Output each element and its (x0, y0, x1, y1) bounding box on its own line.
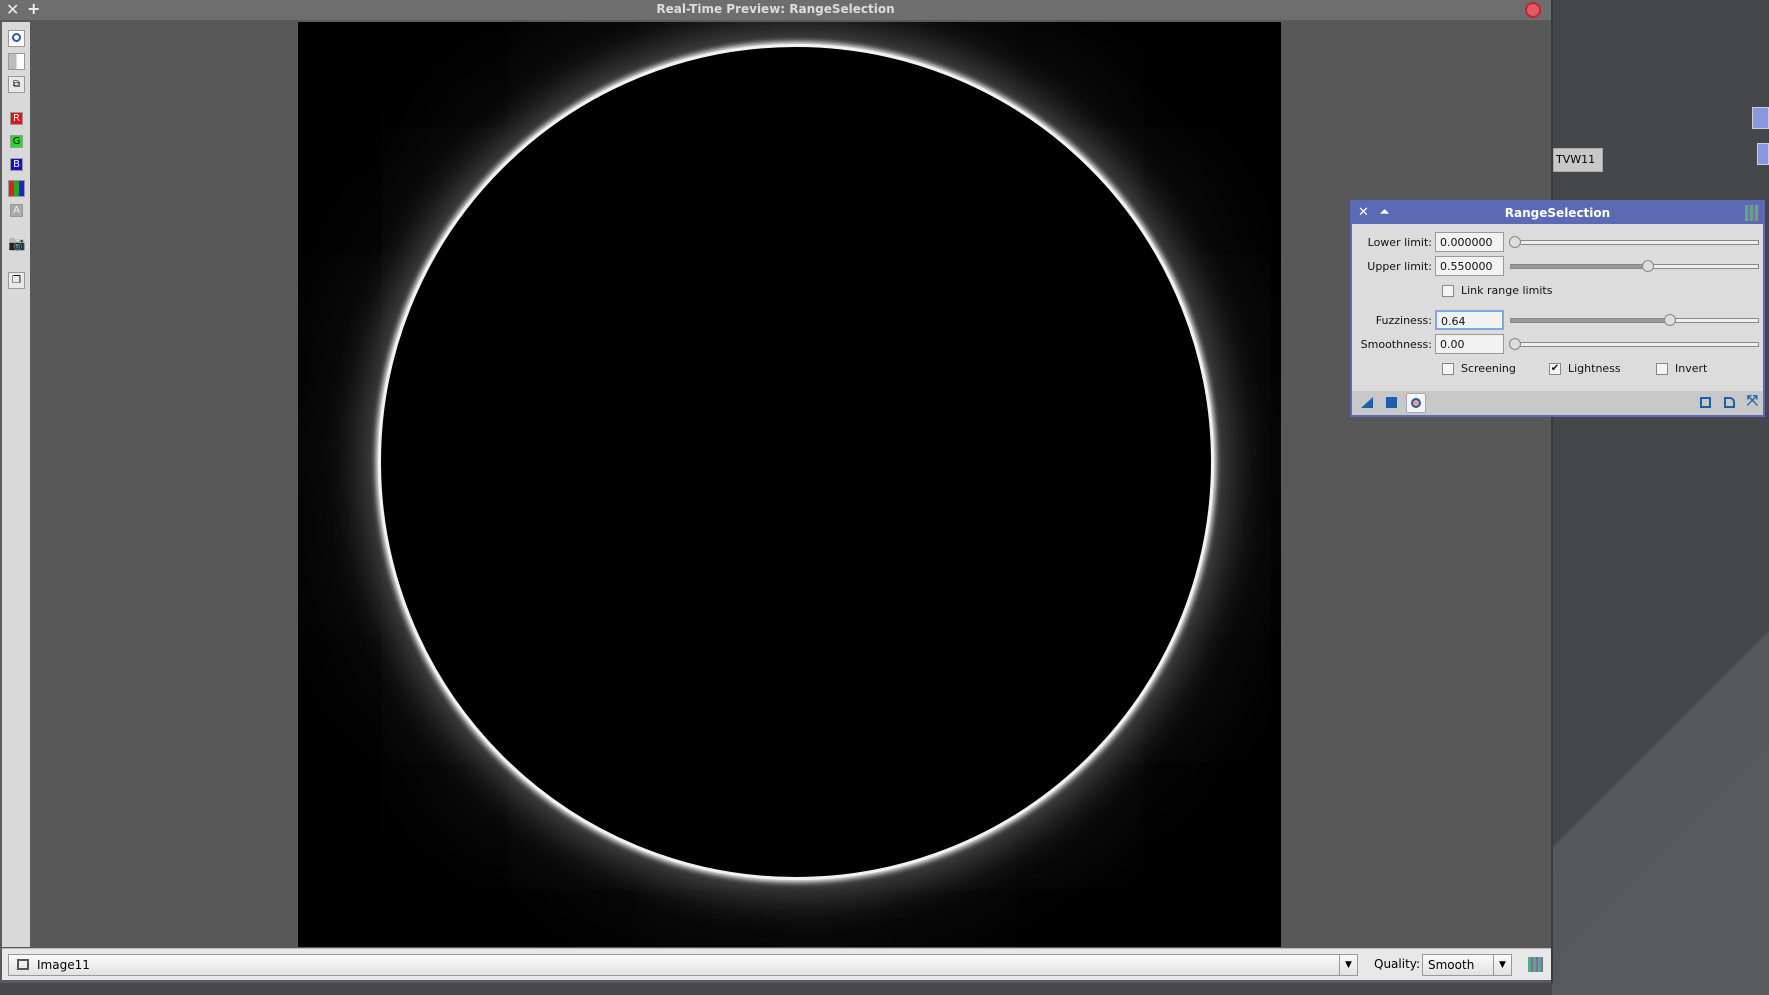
link-range-label: Link range limits (1461, 284, 1553, 297)
preview-window: ✕ + Real-Time Preview: RangeSelection ⧉ … (0, 0, 1553, 983)
checker-icon[interactable] (8, 53, 25, 70)
desktop-icon-histogram-2[interactable] (1757, 143, 1769, 165)
window-title: Real-Time Preview: RangeSelection (656, 2, 895, 16)
quality-select[interactable]: Smooth ▼ (1422, 954, 1512, 976)
mask-circle-icon[interactable] (8, 30, 25, 47)
solar-disc-image (378, 44, 1214, 880)
invert-label: Invert (1675, 362, 1708, 375)
channel-alpha-icon[interactable]: A (10, 204, 23, 217)
upper-limit-label: Upper limit: (1367, 260, 1432, 273)
upper-limit-slider[interactable] (1510, 260, 1759, 272)
fuzziness-label: Fuzziness: (1375, 314, 1432, 327)
smoothness-input[interactable]: 0.00 (1435, 334, 1504, 354)
smoothness-label: Smoothness: (1360, 338, 1432, 351)
preview-toolbar: ⧉ R G B A 📷 ❐ (2, 22, 30, 947)
channel-b-icon[interactable]: B (10, 158, 23, 171)
dialog-footer: ⤧ (1352, 391, 1763, 415)
camera-icon[interactable]: 📷 (8, 237, 25, 254)
title-bar: ✕ + Real-Time Preview: RangeSelection (0, 0, 1551, 20)
desktop-icon-tvw11[interactable]: TVW11 (1553, 148, 1603, 172)
fuzziness-input[interactable]: 0.64 (1435, 310, 1504, 330)
screening-checkbox[interactable] (1442, 363, 1454, 375)
lower-limit-slider[interactable] (1509, 236, 1759, 248)
lightness-label: Lightness (1568, 362, 1621, 375)
desktop-icon-histogram[interactable] (1752, 107, 1769, 129)
window-icon[interactable]: ❐ (8, 272, 25, 289)
channel-g-icon[interactable]: G (10, 135, 23, 148)
dialog-title: RangeSelection (1504, 206, 1611, 220)
view-name: Image11 (37, 958, 90, 972)
smoothness-slider[interactable] (1509, 338, 1759, 350)
upper-limit-input[interactable]: 0.550000 (1435, 256, 1504, 276)
chevron-down-icon[interactable]: ▼ (1493, 955, 1511, 975)
dialog-title-bar: ✕ ⏶ RangeSelection (1352, 202, 1763, 224)
invert-checkbox[interactable] (1656, 363, 1668, 375)
new-instance-icon[interactable] (1361, 397, 1373, 408)
lower-limit-input[interactable]: 0.000000 (1435, 232, 1504, 252)
overlap-icon[interactable]: ⧉ (8, 76, 25, 93)
screening-label: Screening (1461, 362, 1516, 375)
browse-docs-icon[interactable] (1700, 397, 1711, 408)
lightness-checkbox[interactable]: ✔ (1549, 363, 1561, 375)
quality-value: Smooth (1428, 958, 1475, 972)
chevron-down-icon[interactable]: ▼ (1339, 955, 1357, 975)
fuzziness-slider[interactable] (1510, 314, 1759, 326)
channel-rgb-icon[interactable] (8, 180, 25, 197)
process-icon[interactable] (1745, 205, 1759, 221)
reset-icon[interactable]: ⤧ (1747, 393, 1758, 409)
link-range-checkbox[interactable] (1442, 285, 1454, 297)
quality-label: Quality: (1374, 957, 1421, 971)
desktop-icon-label: TVW11 (1556, 153, 1596, 166)
close-button[interactable] (1525, 2, 1541, 18)
real-time-preview-button[interactable] (1406, 393, 1426, 413)
preview-image[interactable] (298, 22, 1281, 947)
bottom-bar: Image11 ▼ Quality: Smooth ▼ (2, 948, 1551, 980)
documentation-icon[interactable] (1724, 397, 1735, 408)
lower-limit-label: Lower limit: (1367, 236, 1432, 249)
apply-global-icon[interactable] (1386, 397, 1397, 408)
rangeselection-dialog: ✕ ⏶ RangeSelection Lower limit: 0.000000… (1350, 200, 1765, 417)
view-selector[interactable]: Image11 ▼ (8, 954, 1358, 976)
image-icon (17, 959, 29, 970)
channel-r-icon[interactable]: R (10, 112, 23, 125)
color-mode-icon[interactable] (1528, 957, 1543, 972)
